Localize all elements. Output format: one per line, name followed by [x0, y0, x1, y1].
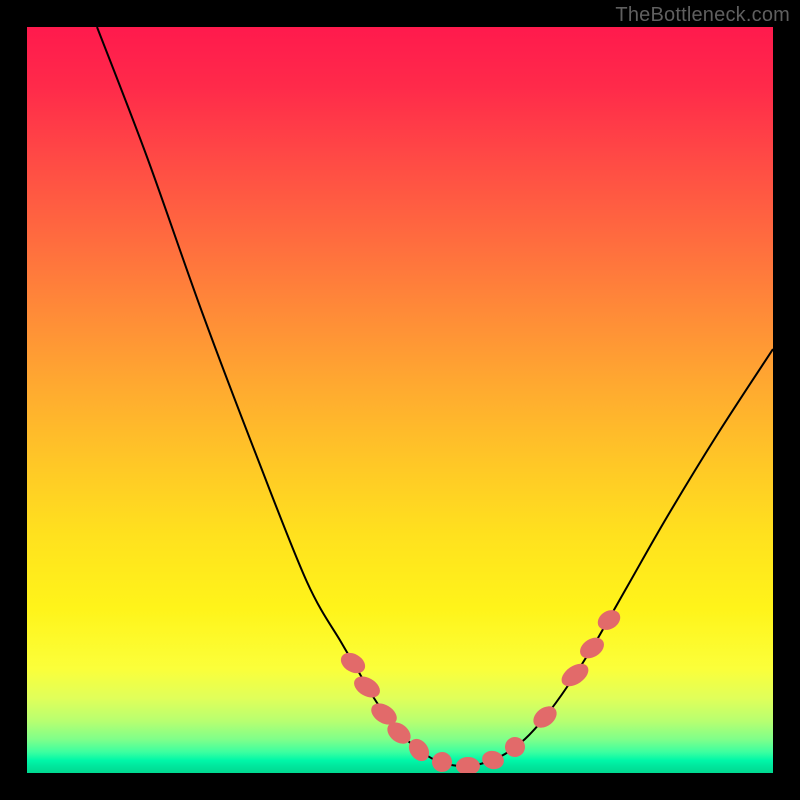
watermark-text: TheBottleneck.com: [615, 4, 790, 27]
curve-marker: [594, 606, 624, 634]
curve-marker: [501, 733, 529, 761]
curve-marker: [430, 750, 454, 773]
curve-marker: [558, 659, 593, 691]
chart-svg: [27, 27, 773, 773]
curve-markers: [337, 606, 624, 773]
bottleneck-curve: [97, 27, 773, 766]
curve-marker: [350, 672, 383, 702]
curve-marker: [337, 649, 369, 678]
curve-marker: [480, 748, 506, 771]
chart-plot-area: [27, 27, 773, 773]
curve-marker: [576, 633, 608, 662]
curve-marker: [456, 757, 480, 773]
curve-marker: [529, 702, 561, 732]
